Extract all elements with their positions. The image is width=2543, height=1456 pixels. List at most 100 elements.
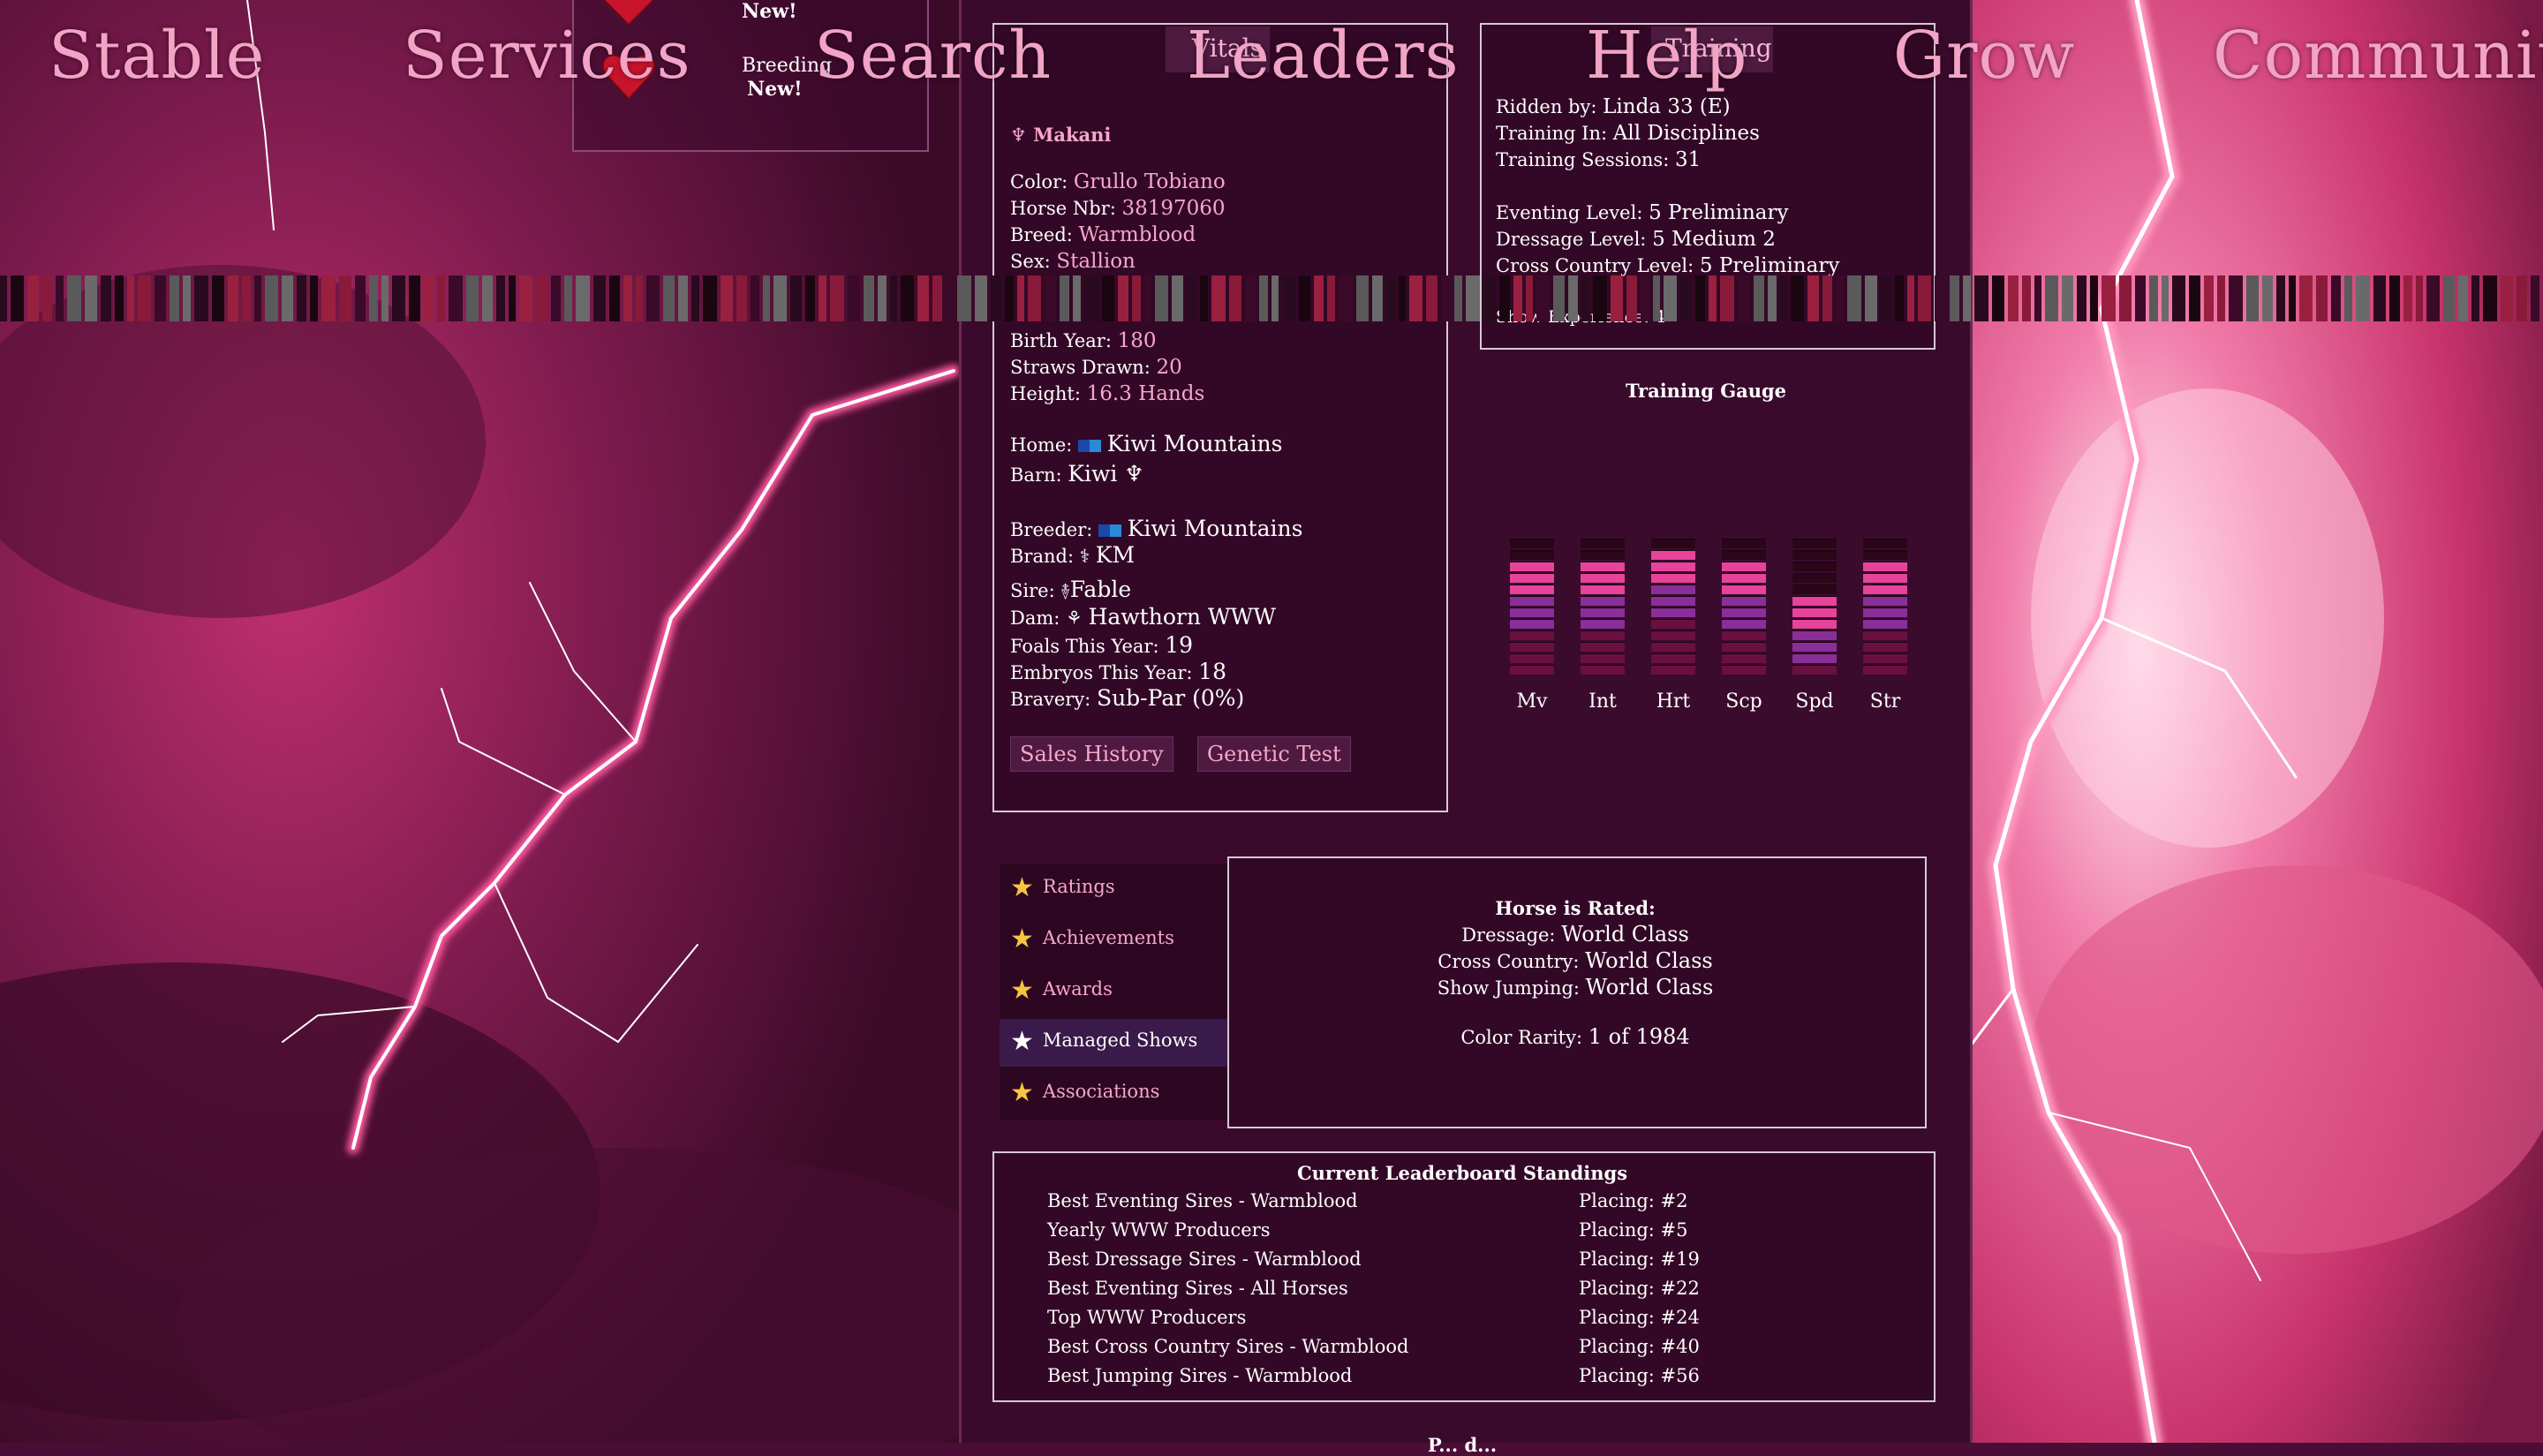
glitch-stripe [1499,275,1510,321]
training-gauge: Mv Int Hrt Scp Spd Str [1480,500,1932,729]
star-icon: ★ [1010,1077,1034,1108]
nav-stable[interactable]: Stable [49,18,265,94]
leaderboard-row-name[interactable]: Best Cross Country Sires - Warmblood [1047,1336,1408,1357]
gauge-segment [1722,630,1766,640]
glitch-stripe [751,275,759,321]
gauge-segment [1651,642,1695,652]
glitch-stripe [991,275,1001,321]
menu-item-achievements[interactable]: ★ Achievements [1010,924,1174,954]
sales-history-button[interactable]: Sales History [1010,736,1173,772]
gauge-segment [1651,562,1695,571]
glitch-stripe [848,275,860,321]
leaderboard-row-placing: Placing: #22 [1579,1278,1700,1299]
vital-dam[interactable]: Dam: ⚘ Hawthorn WWW [1010,604,1276,630]
glitch-stripe [636,275,643,321]
glitch-stripe [2416,275,2423,321]
glitch-stripe [170,275,179,321]
footer-partial-heading: P... d... [1427,1434,1498,1456]
gauge-segment [1510,562,1554,571]
menu-item-associations[interactable]: ★ Associations [1010,1077,1159,1108]
glitch-stripe [917,275,929,321]
glitch-stripe [310,275,318,321]
glitch-stripe [1836,275,1844,321]
vital-brand: Brand: ⚕ KM [1010,542,1136,568]
leaderboard-row-name[interactable]: Yearly WWW Producers [1047,1219,1271,1241]
leaderboard-row-placing: Placing: #24 [1579,1307,1700,1328]
genetic-test-button[interactable]: Genetic Test [1197,736,1351,772]
menu-item-awards[interactable]: ★ Awards [1010,975,1113,1006]
leaderboard-row-placing: Placing: #5 [1579,1219,1688,1241]
glitch-stripe [212,275,224,321]
gauge-segment [1581,607,1625,617]
vital-breed: Breed: Warmblood [1010,223,1196,246]
gauge-segment [1863,619,1907,629]
glitch-stripe [1372,275,1383,321]
glitch-stripe [1807,275,1819,321]
nav-search[interactable]: Search [814,18,1052,94]
gauge-segment [1651,607,1695,617]
gauge-segment [1581,539,1625,548]
leaderboard-row-name[interactable]: Top WWW Producers [1047,1307,1246,1328]
training-xc-level: Cross Country Level: 5 Preliminary [1496,254,1840,277]
leaderboard-row-name[interactable]: Best Eventing Sires - All Horses [1047,1278,1348,1299]
leaderboard-row-name[interactable]: Best Eventing Sires - Warmblood [1047,1190,1358,1211]
gauge-segment [1792,607,1837,617]
gauge-segment [1651,596,1695,606]
gauge-segment [1510,607,1554,617]
glitch-stripe [1526,275,1533,321]
dam-icon: ⚘ [1066,607,1083,629]
gauge-segment [1863,642,1907,652]
menu-item-ratings[interactable]: ★ Ratings [1010,872,1115,903]
notify-new-label: New! [747,78,803,101]
gauge-segment [1510,642,1554,652]
glitch-stripe [1172,275,1183,321]
glitch-stripe [1399,275,1406,321]
nav-help[interactable]: Help [1586,18,1747,94]
glitch-stripe [663,275,675,321]
glitch-stripe [763,275,770,321]
gauge-segment [1722,607,1766,617]
vital-barn: Barn: Kiwi ♆ [1010,461,1144,487]
gauge-segment [1510,539,1554,548]
glitch-stripe [1118,275,1128,321]
glitch-stripe [576,275,590,321]
glitch-stripe [1895,275,1904,321]
glitch-stripe [1738,275,1750,321]
glitch-stripe [2135,275,2146,321]
glitch-stripe [482,275,493,321]
glitch-stripe [2008,275,2019,321]
menu-item-managed-shows[interactable]: ★ Managed Shows [1010,1026,1197,1057]
gauge-segment [1651,539,1695,548]
gauge-segment [1581,653,1625,663]
leaderboard-row-name[interactable]: Best Jumping Sires - Warmblood [1047,1365,1352,1386]
gauge-segment [1651,630,1695,640]
glitch-stripe [1327,275,1335,321]
glitch-stripe [551,275,561,321]
glitch-stripe [127,275,134,321]
nav-services[interactable]: Services [403,18,691,94]
gauge-label: Spd [1795,690,1834,713]
gauge-segment [1863,550,1907,560]
glitch-stripe [2344,275,2352,321]
glitch-stripe [1847,275,1861,321]
glitch-stripe [1881,275,1891,321]
nav-grow[interactable]: Grow [1893,18,2075,94]
glitch-stripe [242,275,251,321]
leaderboard-row-name[interactable]: Best Dressage Sires - Warmblood [1047,1249,1362,1270]
nav-leaders[interactable]: Leaders [1187,18,1460,94]
glitch-stripe [790,275,802,321]
glitch-stripe [297,275,306,321]
glitch-stripe [2229,275,2243,321]
glitch-stripe [623,275,632,321]
nav-community[interactable]: Community [2213,18,2543,94]
glitch-stripe [2443,275,2455,321]
glitch-stripe [932,275,942,321]
gauge-segment [1651,619,1695,629]
glitch-stripe [1963,275,1971,321]
glitch-stripe [1017,275,1024,321]
gauge-label: Hrt [1656,690,1691,713]
horse-name: ♆ Makani [1010,124,1112,146]
gauge-segment [1510,619,1554,629]
glitch-stripe [1339,275,1353,321]
glitch-stripe [1754,275,1764,321]
